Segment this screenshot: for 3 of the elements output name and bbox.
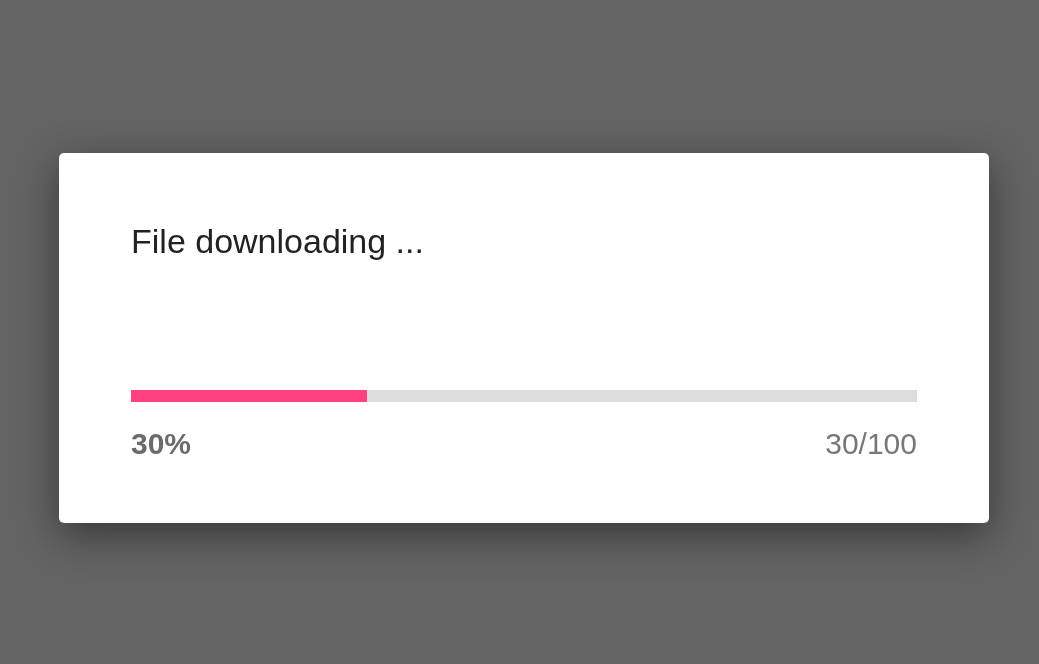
count-label: 30/100 (825, 426, 917, 462)
percent-label: 30% (131, 426, 192, 462)
dialog-title: File downloading ... (131, 221, 424, 262)
